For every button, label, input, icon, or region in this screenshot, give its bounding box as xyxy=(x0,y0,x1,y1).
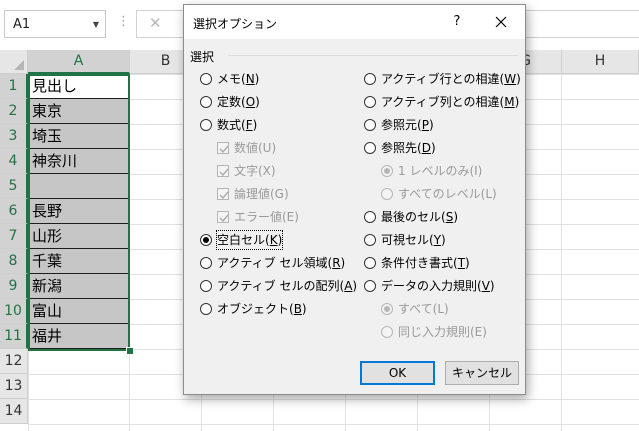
row-header-6[interactable]: 6 xyxy=(0,199,28,224)
row-header-7[interactable]: 7 xyxy=(0,224,28,249)
radio-precedents[interactable] xyxy=(364,119,376,131)
radio-current-array[interactable] xyxy=(200,280,212,292)
radio-constants[interactable] xyxy=(200,96,212,108)
row-header-5[interactable]: 5 xyxy=(0,174,28,199)
radio-dependents[interactable] xyxy=(364,142,376,154)
cell-a1[interactable]: 見出し xyxy=(29,74,129,99)
cancel-button[interactable]: キャンセル xyxy=(445,361,519,385)
close-icon xyxy=(495,16,507,28)
checkbox-text-box[interactable] xyxy=(217,165,229,177)
radio-objects[interactable] xyxy=(200,303,212,315)
radio-conditional-formats[interactable] xyxy=(364,257,376,269)
cell-a2[interactable]: 東京 xyxy=(29,99,129,124)
radio-visible-cells[interactable] xyxy=(364,234,376,246)
row-header-8[interactable]: 8 xyxy=(0,249,28,274)
radio-data-validation[interactable] xyxy=(364,280,376,292)
name-box-value: A1 xyxy=(13,17,31,32)
row-header-2[interactable]: 2 xyxy=(0,99,28,124)
radio-formulas[interactable] xyxy=(200,119,212,131)
chevron-down-icon[interactable]: ▼ xyxy=(93,20,99,29)
radio-row-differences[interactable] xyxy=(364,73,376,85)
row-header-12[interactable]: 12 xyxy=(0,349,28,374)
radio-validation-same[interactable] xyxy=(381,326,393,338)
checkbox-numbers-box[interactable] xyxy=(217,142,229,154)
row-header-9[interactable]: 9 xyxy=(0,274,28,299)
row-header-10[interactable]: 10 xyxy=(0,299,28,324)
cell-a3[interactable]: 埼玉 xyxy=(29,124,129,149)
cell-a6[interactable]: 長野 xyxy=(29,199,129,224)
radio-comments[interactable] xyxy=(200,73,212,85)
cell-a8[interactable]: 千葉 xyxy=(29,249,129,274)
column-header-h[interactable]: H xyxy=(562,50,639,74)
close-button[interactable] xyxy=(489,10,513,34)
cell-a11[interactable]: 福井 xyxy=(29,324,129,349)
ok-button[interactable]: OK xyxy=(360,361,435,385)
row-header-14[interactable]: 14 xyxy=(0,399,28,424)
cell-a10[interactable]: 富山 xyxy=(29,299,129,324)
fill-handle[interactable] xyxy=(126,347,134,355)
radio-all-levels[interactable] xyxy=(381,188,393,200)
cell-a5[interactable] xyxy=(29,174,129,199)
row-header-1[interactable]: 1 xyxy=(0,74,28,99)
radio-validation-all[interactable] xyxy=(381,303,393,315)
radio-current-region[interactable] xyxy=(200,257,212,269)
dialog-title: 選択オプション xyxy=(193,17,278,31)
radio-last-cell[interactable] xyxy=(364,211,376,223)
group-divider xyxy=(228,55,518,56)
select-all-corner[interactable] xyxy=(0,50,28,74)
checkbox-errors-box[interactable] xyxy=(217,211,229,223)
row-header-4[interactable]: 4 xyxy=(0,149,28,174)
dialog-titlebar[interactable]: 選択オプション ? xyxy=(184,5,525,39)
selection-group-label: 選択 xyxy=(190,50,215,64)
cell-a7[interactable]: 山形 xyxy=(29,224,129,249)
radio-column-differences[interactable] xyxy=(364,96,376,108)
name-box[interactable]: A1 ▼ xyxy=(4,10,106,38)
close-icon[interactable]: ✕ xyxy=(149,14,162,32)
radio-direct-only[interactable] xyxy=(381,165,393,177)
row-header-11[interactable]: 11 xyxy=(0,324,28,349)
checkbox-logicals-box[interactable] xyxy=(217,188,229,200)
cell-a4[interactable]: 神奈川 xyxy=(29,149,129,174)
cell-a9[interactable]: 新潟 xyxy=(29,274,129,299)
drag-handle-icon: ⋮ xyxy=(117,14,130,29)
help-button[interactable]: ? xyxy=(446,11,468,33)
radio-blanks[interactable] xyxy=(200,234,212,246)
row-header-3[interactable]: 3 xyxy=(0,124,28,149)
column-header-a[interactable]: A xyxy=(28,50,130,74)
row-header-13[interactable]: 13 xyxy=(0,374,28,399)
go-to-special-dialog: 選択オプション ? 選択 メモ(N) 定数(O) 数式(F) 数値(U) 文字(… xyxy=(183,4,526,395)
